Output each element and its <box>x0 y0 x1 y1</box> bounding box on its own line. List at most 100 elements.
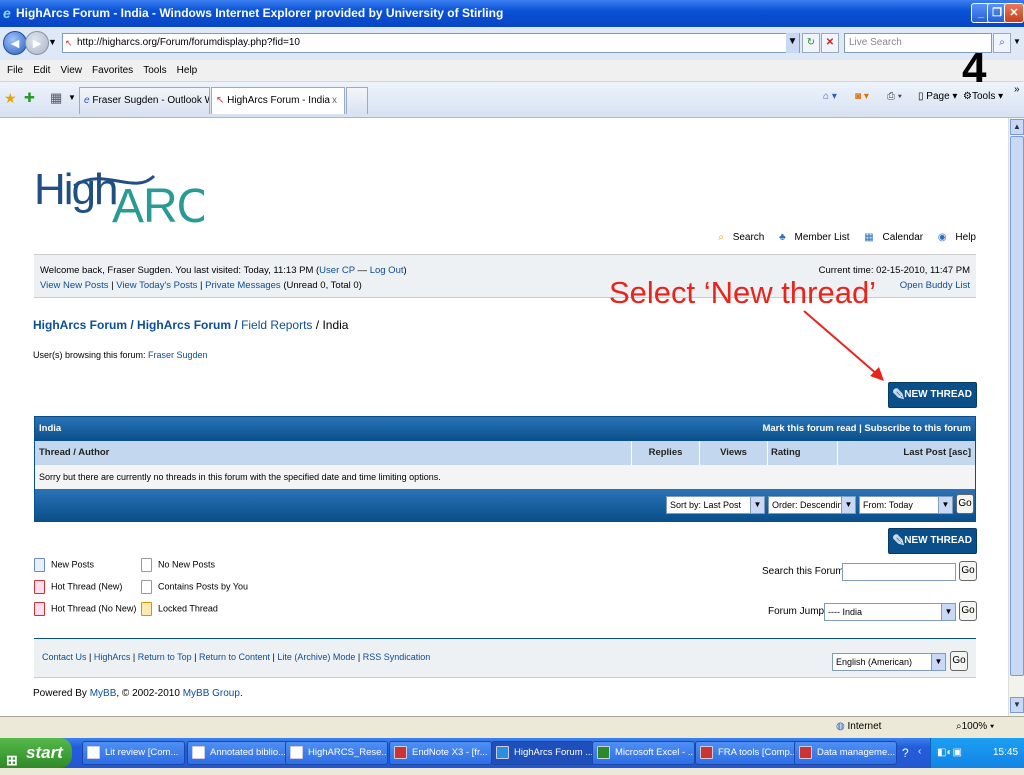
breadcrumb-sep: / <box>127 318 138 332</box>
view-new-posts-link[interactable]: View New Posts <box>40 280 108 291</box>
search-forum-input[interactable] <box>842 563 956 581</box>
tools-menu[interactable]: ⚙Tools ▾ <box>963 91 1003 102</box>
language-select[interactable]: English (American) ▼ <box>832 653 946 671</box>
tab-higharcs[interactable]: ↖ HighArcs Forum - India x <box>211 87 345 114</box>
menu-view[interactable]: View <box>60 65 82 76</box>
menu-file[interactable]: File <box>7 65 23 76</box>
search-options-icon[interactable]: ▼ <box>1011 33 1023 53</box>
order-select[interactable]: Order: Descending ▼ <box>768 496 856 514</box>
mybb-group-link[interactable]: MyBB Group <box>183 688 240 699</box>
subscribe-link[interactable]: Subscribe to this forum <box>864 423 971 434</box>
task-endnote[interactable]: EndNote X3 - [fr... <box>389 741 492 765</box>
top-link-search[interactable]: ⌕ Search <box>712 232 764 243</box>
search-forum-go-button[interactable]: Go <box>959 561 977 581</box>
user-cp-link[interactable]: User CP <box>319 265 355 276</box>
favicon-icon: ↖ <box>65 38 73 48</box>
scroll-down-icon[interactable]: ▼ <box>1010 697 1024 713</box>
feeds-icon[interactable]: ◙ ▾ <box>855 91 869 102</box>
breadcrumb-home[interactable]: HighArcs Forum <box>33 318 127 332</box>
vertical-scrollbar[interactable]: ▲ ▼ <box>1008 118 1024 716</box>
welcome-links: View New Posts | View Today's Posts | Pr… <box>40 280 362 291</box>
favicon-icon: ↖ <box>216 95 225 106</box>
sort-go-button[interactable]: Go <box>956 494 974 514</box>
print-icon[interactable]: ⎙ ▾ <box>887 91 902 102</box>
private-messages-link[interactable]: Private Messages <box>205 280 281 291</box>
breadcrumb-forum[interactable]: HighArcs Forum <box>137 318 231 332</box>
rss-link[interactable]: RSS Syndication <box>363 652 431 662</box>
task-data-management[interactable]: Data manageme... <box>794 741 897 765</box>
top-link-member-list[interactable]: ♣ Member List <box>773 232 849 243</box>
language-go-button[interactable]: Go <box>950 651 968 671</box>
task-fra-tools[interactable]: FRA tools [Comp... <box>695 741 798 765</box>
col-views[interactable]: Views <box>699 441 767 465</box>
forum-actions: Mark this forum read | Subscribe to this… <box>762 417 971 441</box>
new-thread-button-bottom[interactable]: ✎ NEW THREAD <box>888 528 977 554</box>
home-icon[interactable]: ⌂ ▾ <box>823 91 837 102</box>
menu-tools[interactable]: Tools <box>143 65 166 76</box>
forum-jump-label: Forum Jump: <box>768 606 827 617</box>
order-value: Order: Descending <box>772 500 848 510</box>
toolbar-overflow-icon[interactable]: » <box>1014 84 1020 95</box>
mark-read-link[interactable]: Mark this forum read <box>762 423 856 434</box>
browsing-user-link[interactable]: Fraser Sugden <box>148 350 208 360</box>
start-button[interactable]: ⊞ start <box>0 738 72 768</box>
buddy-list-link[interactable]: Open Buddy List <box>900 280 970 291</box>
col-rating[interactable]: Rating <box>767 441 837 465</box>
col-last-post[interactable]: Last Post [asc] <box>837 441 975 465</box>
mybb-link[interactable]: MyBB <box>90 688 117 699</box>
task-excel[interactable]: Microsoft Excel - ... <box>592 741 695 765</box>
breadcrumb-field-reports[interactable]: Field Reports <box>241 318 312 332</box>
window-title-bar[interactable]: e HighArcs Forum - India - Windows Inter… <box>0 0 1024 27</box>
col-thread-author[interactable]: Thread / Author <box>35 441 631 465</box>
menu-edit[interactable]: Edit <box>33 65 50 76</box>
tab-list-dropdown-icon[interactable]: ▼ <box>68 93 76 102</box>
address-bar[interactable]: ↖ http://higharcs.org/Forum/forumdisplay… <box>62 33 800 53</box>
tab-outlook[interactable]: e Fraser Sugden - Outlook We... <box>79 87 210 114</box>
add-favorites-icon[interactable]: ✚ <box>24 90 35 106</box>
return-to-top-link[interactable]: Return to Top <box>138 652 192 662</box>
scroll-thumb[interactable] <box>1010 136 1024 676</box>
task-annotated-biblio[interactable]: Annotated biblio... <box>187 741 290 765</box>
refresh-icon[interactable]: ↻ <box>802 33 820 53</box>
search-go-icon[interactable]: ⌕ <box>993 33 1011 53</box>
menu-favorites[interactable]: Favorites <box>92 65 133 76</box>
close-tab-icon[interactable]: x <box>332 88 337 114</box>
scroll-up-icon[interactable]: ▲ <box>1010 119 1024 135</box>
quicklaunch-icon[interactable]: ‹ <box>918 746 921 757</box>
task-higharcs-research[interactable]: HighARCS_Rese... <box>285 741 388 765</box>
logout-link[interactable]: Log Out <box>370 265 404 276</box>
recent-pages-dropdown-icon[interactable]: ▼ <box>48 37 57 47</box>
menu-help[interactable]: Help <box>177 65 198 76</box>
view-todays-posts-link[interactable]: View Today's Posts <box>116 280 197 291</box>
forum-jump-select[interactable]: ---- India ▼ <box>824 603 956 621</box>
top-link-help[interactable]: ◉ Help <box>932 232 976 243</box>
sort-by-select[interactable]: Sort by: Last Post ▼ <box>666 496 765 514</box>
help-icon[interactable]: ? <box>902 746 909 760</box>
top-link-calendar[interactable]: ▦ Calendar <box>858 232 923 243</box>
back-button[interactable]: ◄ <box>3 31 27 55</box>
favorites-star-icon[interactable]: ★ <box>4 90 17 107</box>
forward-button[interactable]: ► <box>25 31 49 55</box>
close-button[interactable]: ✕ <box>1004 3 1024 23</box>
quick-tabs-icon[interactable]: ▦ <box>50 90 62 106</box>
zoom-level[interactable]: ⌕100% ▾ <box>956 721 994 732</box>
new-tab-button[interactable] <box>346 87 368 114</box>
task-lit-review[interactable]: Lit review [Com... <box>82 741 185 765</box>
return-to-content-link[interactable]: Return to Content <box>199 652 270 662</box>
from-select[interactable]: From: Today ▼ <box>859 496 953 514</box>
tray-icons[interactable]: ◧◐▣ <box>937 747 962 758</box>
lite-mode-link[interactable]: Lite (Archive) Mode <box>277 652 355 662</box>
annotation-text: Select ‘New thread’ <box>609 275 877 310</box>
address-dropdown-icon[interactable]: ▼ <box>786 33 799 53</box>
contains-posts-icon <box>141 580 152 594</box>
contact-us-link[interactable]: Contact Us <box>42 652 87 662</box>
higharcs-link[interactable]: HighArcs <box>94 652 131 662</box>
page-menu[interactable]: ▯ Page ▾ <box>918 91 957 102</box>
forum-jump-go-button[interactable]: Go <box>959 601 977 621</box>
new-thread-button[interactable]: ✎ NEW THREAD <box>888 382 977 408</box>
breadcrumb: HighArcs Forum / HighArcs Forum / Field … <box>33 318 348 332</box>
col-replies[interactable]: Replies <box>631 441 699 465</box>
new-thread-label: NEW THREAD <box>904 389 972 400</box>
stop-icon[interactable]: ✕ <box>821 33 839 53</box>
task-higharcs-forum[interactable]: HighArcs Forum ... <box>491 741 594 765</box>
